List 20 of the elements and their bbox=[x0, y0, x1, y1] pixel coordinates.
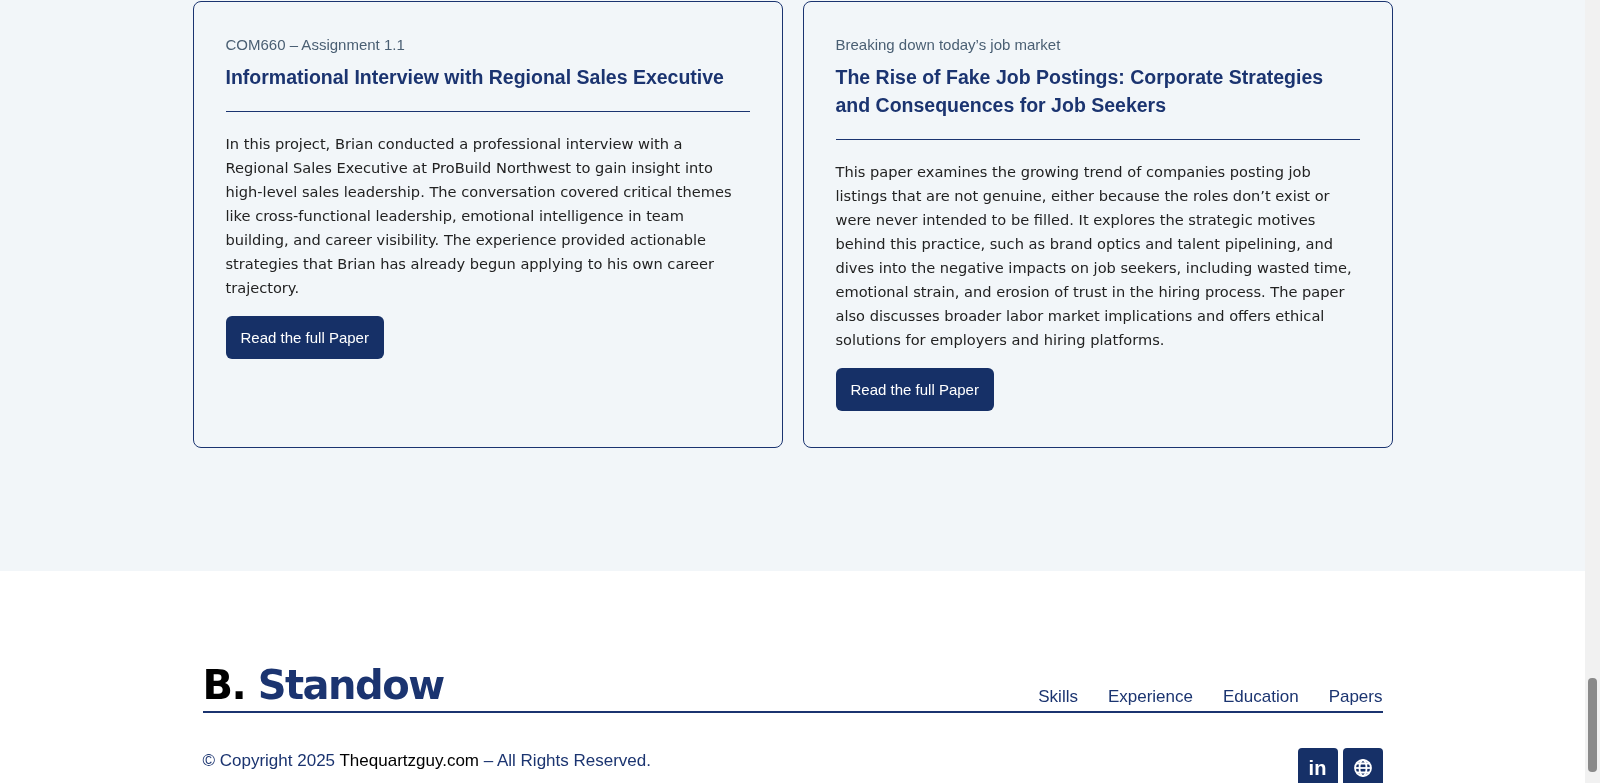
footer-nav-link[interactable]: Skills bbox=[1038, 687, 1078, 707]
footer-nav-link[interactable]: Papers bbox=[1328, 687, 1383, 707]
paper-eyebrow: COM660 – Assignment 1.1 bbox=[225, 36, 406, 53]
globe-icon bbox=[1352, 758, 1373, 778]
footer-nav-link[interactable]: Experience bbox=[1107, 687, 1193, 707]
paper-title: Informational Interview with Regional Sales Executive bbox=[225, 65, 725, 90]
read-paper-button[interactable]: Read the full Paper bbox=[835, 368, 994, 411]
paper-summary: In this project, Brian conducted a professional interview with a Regional Sales Executive at ProBuild Northwest to gain insight into high-level sales leadership. The conversation covered critical themes like cross-functional leadership, emotional intelligence in team building, and career visibility. The experience provided actionable strategies that Brian has already begun applying to his own career trajectory. bbox=[225, 134, 733, 298]
paper-title: The Rise of Fake Job Postings: Corporate Strategies and Consequences for Job Seekers bbox=[835, 65, 1325, 118]
site-link[interactable]: Thequartzguy.com bbox=[339, 751, 479, 770]
read-paper-button[interactable]: Read the full Paper bbox=[225, 316, 384, 359]
footer-nav-link[interactable]: Education bbox=[1223, 687, 1299, 707]
copyright-text: – All Rights Reserved. bbox=[483, 751, 651, 770]
paper-summary: This paper examines the growing trend of companies posting job listings that are not genuine, either because the roles don’t exist or were never intended to be filled. It explores the strategic motives behind this practice, such as brand optics and talent pipelining, and dives into the negative impacts on job seekers, including wasted time, emotional strain, and erosion of trust in the hiring process. The paper also discusses broader labor market implications and offers ethical solutions for employers and hiring platforms. bbox=[835, 162, 1353, 350]
paper-eyebrow: Breaking down today’s job market bbox=[835, 36, 1062, 53]
logo-initial: B. bbox=[202, 662, 246, 708]
linkedin-button[interactable]: in bbox=[1297, 748, 1338, 783]
copyright-text: © Copyright 2025 bbox=[202, 751, 336, 770]
globe-button[interactable] bbox=[1342, 748, 1383, 783]
logo-name: Standow bbox=[257, 662, 444, 708]
